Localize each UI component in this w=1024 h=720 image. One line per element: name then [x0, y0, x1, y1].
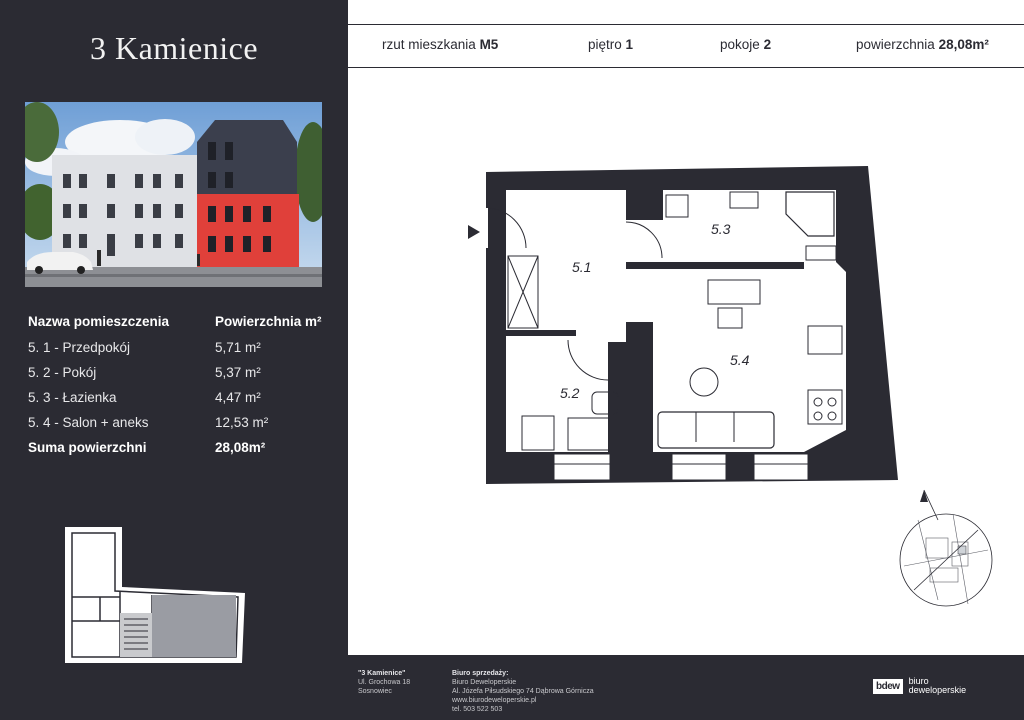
sum-value: 28,08m² — [215, 440, 266, 455]
brand-title: 3 Kamienice — [89, 30, 259, 66]
area-info: powierzchnia 28,08m² — [856, 37, 989, 52]
rooms-label: pokoje — [720, 37, 760, 52]
rooms-table-header: Nazwa pomieszczenia Powierzchnia m² — [28, 314, 328, 334]
header-bar: rzut mieszkania M5 piętro 1 pokoje 2 pow… — [348, 24, 1024, 68]
project-city: Sosnowiec — [358, 688, 392, 695]
floor-key-plan — [60, 525, 250, 665]
floor-info: piętro 1 — [588, 37, 633, 52]
area-label: powierzchnia — [856, 37, 935, 52]
rooms-value: 2 — [763, 37, 772, 52]
table-row: 5. 1 - Przedpokój 5,71 m² — [28, 340, 328, 360]
room-name: 5. 3 - Łazienka — [28, 390, 117, 405]
floor-label: piętro — [588, 37, 622, 52]
compass-drawing — [899, 489, 993, 607]
sales-office: Biuro sprzedaży: Biuro Deweloperskie Al.… — [452, 669, 594, 714]
sidebar-panel: 3 Kamienice Nazwa pomieszczenia Powierzc… — [0, 0, 348, 720]
room-label-5-4: 5.4 — [730, 352, 750, 368]
project-title: "3 Kamienice" — [358, 670, 406, 677]
logo-text: biuro deweloperskie — [909, 677, 967, 695]
orientation-map — [878, 480, 1008, 630]
floor-value: 1 — [625, 37, 634, 52]
room-area: 5,71 m² — [215, 340, 261, 355]
room-area: 4,47 m² — [215, 390, 261, 405]
room-name: 5. 1 - Przedpokój — [28, 340, 131, 355]
table-row: 5. 3 - Łazienka 4,47 m² — [28, 390, 328, 410]
key-plan-drawing — [65, 527, 245, 663]
main-sheet: rzut mieszkania M5 piętro 1 pokoje 2 pow… — [348, 0, 1024, 655]
room-name: 5. 4 - Salon + aneks — [28, 415, 149, 430]
apartment-label: rzut mieszkania — [382, 37, 476, 52]
rooms-table-sum: Suma powierzchni 28,08m² — [28, 440, 328, 460]
room-label-5-1: 5.1 — [572, 259, 591, 275]
sales-address: Al. Józefa Piłsudskiego 74 Dąbrowa Górni… — [452, 688, 594, 695]
project-street: Ul. Grochowa 18 — [358, 679, 411, 686]
sales-company: Biuro Deweloperskie — [452, 679, 517, 686]
table-row: 5. 4 - Salon + aneks 12,53 m² — [28, 415, 328, 435]
apartment-info: rzut mieszkania M5 — [382, 37, 498, 52]
table-row: 5. 2 - Pokój 5,37 m² — [28, 365, 328, 385]
col-area-header: Powierzchnia m² — [215, 314, 322, 329]
logo-mark: bdew — [873, 678, 903, 694]
apartment-value: M5 — [479, 37, 499, 52]
area-value: 28,08m² — [938, 37, 989, 52]
room-name: 5. 2 - Pokój — [28, 365, 97, 380]
room-label-5-3: 5.3 — [711, 221, 731, 237]
floor-plan: 5.1 5.3 5.2 5.4 — [468, 150, 908, 500]
sales-phone[interactable]: tel. 503 522 503 — [452, 705, 594, 714]
project-address: "3 Kamienice" Ul. Grochowa 18 Sosnowiec — [358, 669, 410, 696]
sales-website[interactable]: www.biurodeweloperskie.pl — [452, 696, 594, 705]
rooms-info: pokoje 2 — [720, 37, 771, 52]
room-label-5-2: 5.2 — [560, 385, 580, 401]
building-photo — [25, 102, 322, 287]
room-area: 12,53 m² — [215, 415, 269, 430]
logo-line2: deweloperskie — [908, 685, 967, 695]
sum-label: Suma powierzchni — [28, 440, 147, 455]
sales-title: Biuro sprzedaży: — [452, 670, 509, 677]
company-logo: bdew biuro deweloperskie — [873, 677, 966, 699]
building-illustration — [25, 102, 322, 287]
floor-plan-drawing: 5.1 5.3 5.2 5.4 — [468, 166, 898, 484]
footer: "3 Kamienice" Ul. Grochowa 18 Sosnowiec … — [348, 655, 1024, 720]
room-area: 5,37 m² — [215, 365, 261, 380]
col-name-header: Nazwa pomieszczenia — [28, 314, 170, 329]
